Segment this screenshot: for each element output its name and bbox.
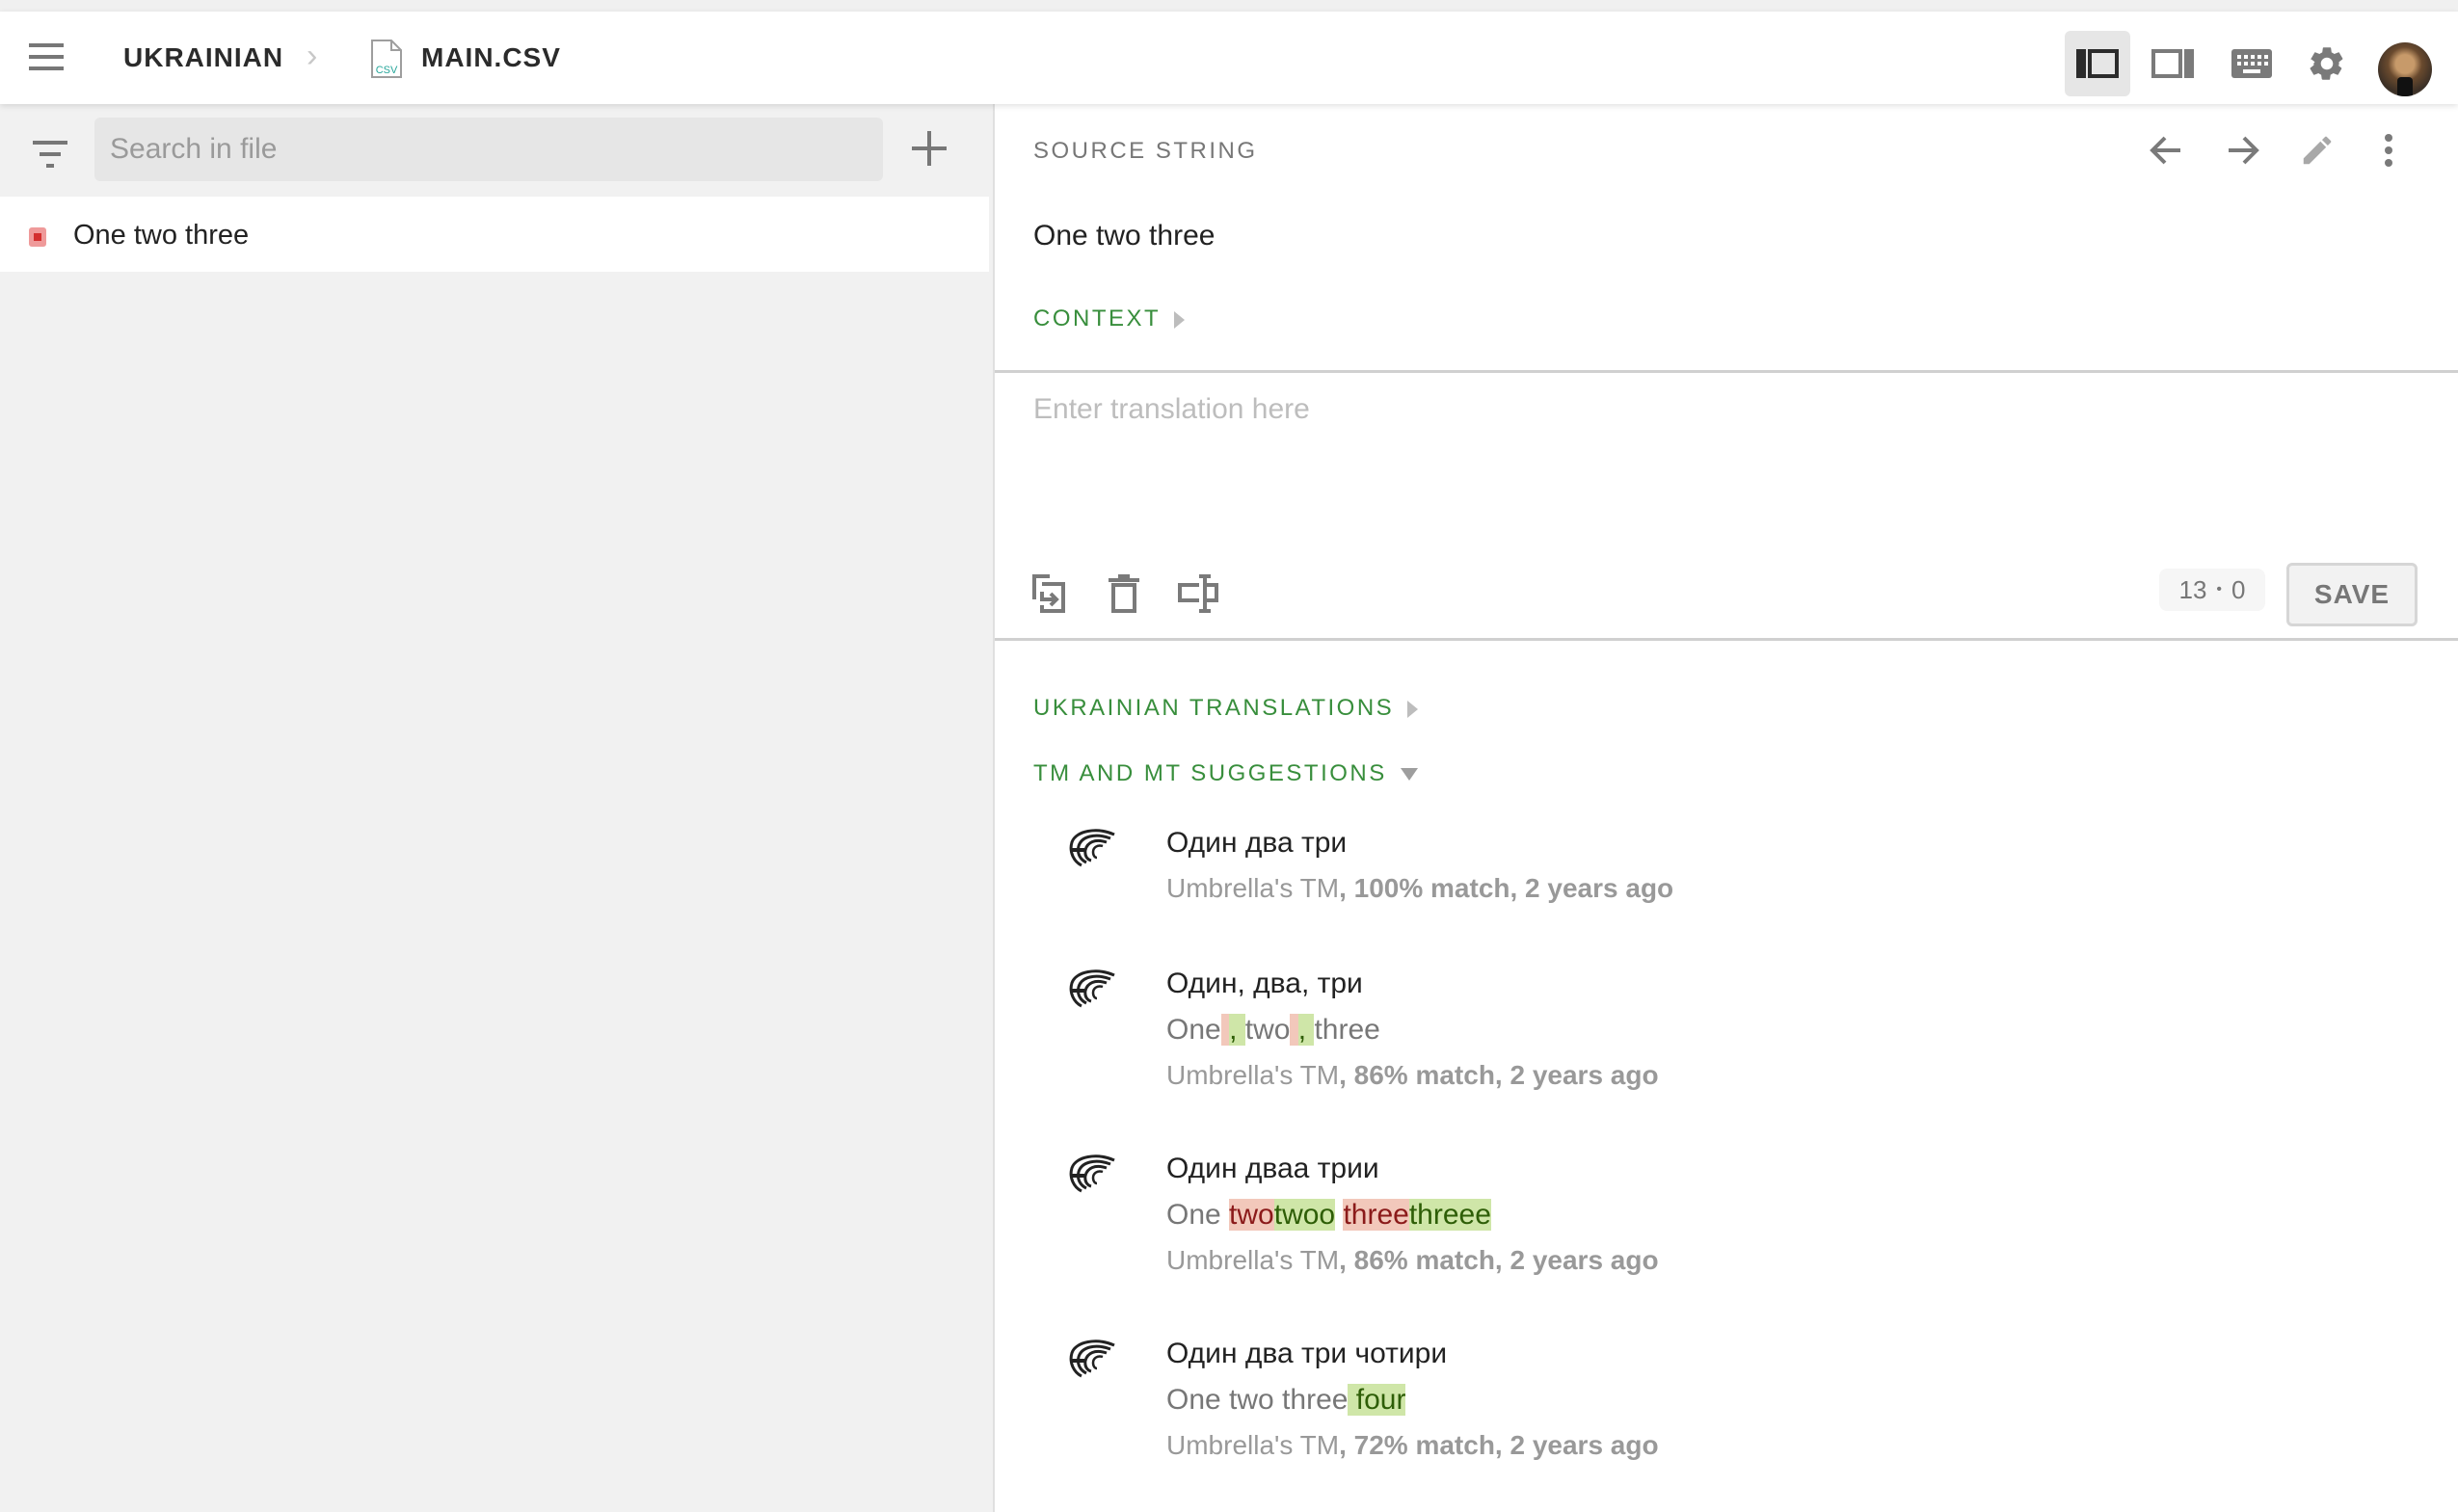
more-vertical-icon (2385, 134, 2392, 167)
menu-button[interactable] (29, 40, 64, 75)
suggestion-target-text: Один два три чотири (1166, 1338, 1448, 1369)
translation-memory-logo-icon (1069, 969, 1115, 1008)
suggestion-meta: Umbrella's TM, 86% match, 2 years ago (1166, 1058, 1659, 1093)
suggestion-source-diff: One , two , three (1166, 1012, 1380, 1048)
translations-label: UKRAINIAN TRANSLATIONS (1033, 695, 1395, 721)
suggestion-origin: Umbrella's TM (1166, 1060, 1340, 1090)
translation-memory-logo-icon (1069, 1340, 1115, 1378)
diff-inserted: , (1229, 1014, 1245, 1046)
translation-memory-logo-icon (1069, 829, 1115, 867)
suggestion-target-text: Один, два, три (1166, 968, 1363, 999)
source-length: 13 (2178, 574, 2207, 604)
source-string-text: One two three (1033, 220, 1216, 252)
previous-string-button[interactable] (2142, 125, 2192, 175)
sidebar-right-icon (2151, 49, 2194, 78)
next-string-button[interactable] (2217, 125, 2267, 175)
suggestion-origin: Umbrella's TM (1166, 1430, 1340, 1460)
string-list-panel: One two three (0, 104, 993, 1512)
app-header: UKRAINIAN › CSV MAIN.CSV (0, 12, 2458, 104)
trash-icon (1109, 574, 1139, 613)
add-string-button[interactable] (910, 129, 948, 168)
suggestion-origin: Umbrella's TM (1166, 1245, 1340, 1275)
copy-source-button[interactable] (1024, 569, 1074, 619)
chevron-right-icon: › (307, 38, 318, 74)
section-divider (995, 638, 2458, 641)
suggestion-origin: Umbrella's TM (1166, 873, 1340, 903)
edit-source-button[interactable] (2292, 125, 2342, 175)
diff-equal: One (1166, 1014, 1221, 1046)
string-list-item-text: One two three (73, 220, 250, 251)
keyboard-shortcuts-button[interactable] (2219, 31, 2284, 96)
layout-sidebar-left-button[interactable] (2065, 31, 2130, 96)
diff-inserted: four (1348, 1384, 1406, 1416)
translation-length: 0 (2231, 574, 2246, 604)
search-input[interactable] (94, 118, 883, 181)
suggestion-source-diff: One two three four (1166, 1382, 1406, 1419)
counter-separator: • (2216, 581, 2223, 597)
expand-right-icon (1407, 700, 1419, 718)
suggestions-toggle[interactable]: TM AND MT SUGGESTIONS (1033, 759, 1418, 788)
section-divider (995, 370, 2458, 373)
suggestion-match-info: , 86% match, 2 years ago (1339, 1060, 1659, 1090)
breadcrumb-language[interactable]: UKRAINIAN (123, 40, 283, 75)
csv-file-icon-label: CSV (376, 65, 398, 76)
suggestion-meta: Umbrella's TM, 86% match, 2 years ago (1166, 1243, 1659, 1278)
suggestion-match-info: , 72% match, 2 years ago (1339, 1430, 1659, 1460)
copy-source-icon (1032, 574, 1065, 613)
user-avatar[interactable] (2378, 42, 2432, 96)
untranslated-status-icon (29, 227, 46, 247)
diff-deleted: two (1229, 1199, 1274, 1231)
pencil-icon (2303, 136, 2332, 165)
suggestion-source-diff: One twotwoo threethreee (1166, 1197, 1491, 1233)
filter-button[interactable] (33, 139, 71, 177)
keyboard-icon (2231, 49, 2272, 78)
length-counter: 13 • 0 (2159, 569, 2265, 611)
suggestions-label: TM AND MT SUGGESTIONS (1033, 760, 1387, 786)
save-button[interactable]: SAVE (2286, 563, 2418, 626)
more-options-button[interactable] (2364, 125, 2414, 175)
sidebar-left-icon (2076, 49, 2119, 78)
gear-icon (2310, 47, 2343, 80)
suggestion-target-text: Один два три (1166, 827, 1348, 859)
diff-equal: One two three (1166, 1384, 1349, 1416)
diff-deleted: three (1343, 1199, 1409, 1231)
suggestion-meta: Umbrella's TM, 72% match, 2 years ago (1166, 1428, 1659, 1463)
editor-panel: SOURCE STRING One two three CONTEXT Ente… (993, 104, 2458, 1512)
translations-toggle[interactable]: UKRAINIAN TRANSLATIONS (1033, 694, 1419, 723)
layout-sidebar-right-button[interactable] (2140, 31, 2205, 96)
diff-inserted: twoo (1273, 1199, 1336, 1231)
translation-memory-logo-icon (1069, 1154, 1115, 1193)
settings-button[interactable] (2294, 31, 2360, 96)
insert-placeholder-button[interactable] (1174, 569, 1224, 619)
suggestion-match-info: , 100% match, 2 years ago (1339, 873, 1674, 903)
top-strip (0, 0, 2458, 12)
diff-equal: two (1244, 1014, 1291, 1046)
diff-deleted (1290, 1014, 1298, 1046)
collapse-down-icon (1400, 768, 1418, 782)
csv-file-icon: CSV (371, 40, 402, 78)
suggestion-match-info: , 86% match, 2 years ago (1339, 1245, 1659, 1275)
context-label: CONTEXT (1033, 305, 1162, 332)
expand-right-icon (1174, 310, 1186, 329)
arrow-left-icon (2150, 136, 2180, 165)
context-toggle[interactable]: CONTEXT (1033, 305, 1186, 333)
diff-equal: three (1314, 1014, 1380, 1046)
suggestion-meta: Umbrella's TM, 100% match, 2 years ago (1166, 871, 1673, 906)
diff-inserted: , (1297, 1014, 1315, 1046)
diff-inserted: threee (1408, 1199, 1491, 1231)
source-string-label: SOURCE STRING (1033, 138, 1258, 164)
breadcrumb-file[interactable]: MAIN.CSV (421, 40, 561, 75)
suggestion-target-text: Один дваа трии (1166, 1153, 1379, 1184)
clear-translation-button[interactable] (1099, 569, 1149, 619)
translation-input[interactable] (1033, 391, 2421, 536)
string-list-item[interactable]: One two three (0, 197, 989, 272)
arrow-right-icon (2229, 136, 2259, 165)
text-cursor-box-icon (1178, 574, 1218, 613)
diff-deleted (1220, 1014, 1230, 1046)
diff-equal: One (1166, 1199, 1230, 1231)
